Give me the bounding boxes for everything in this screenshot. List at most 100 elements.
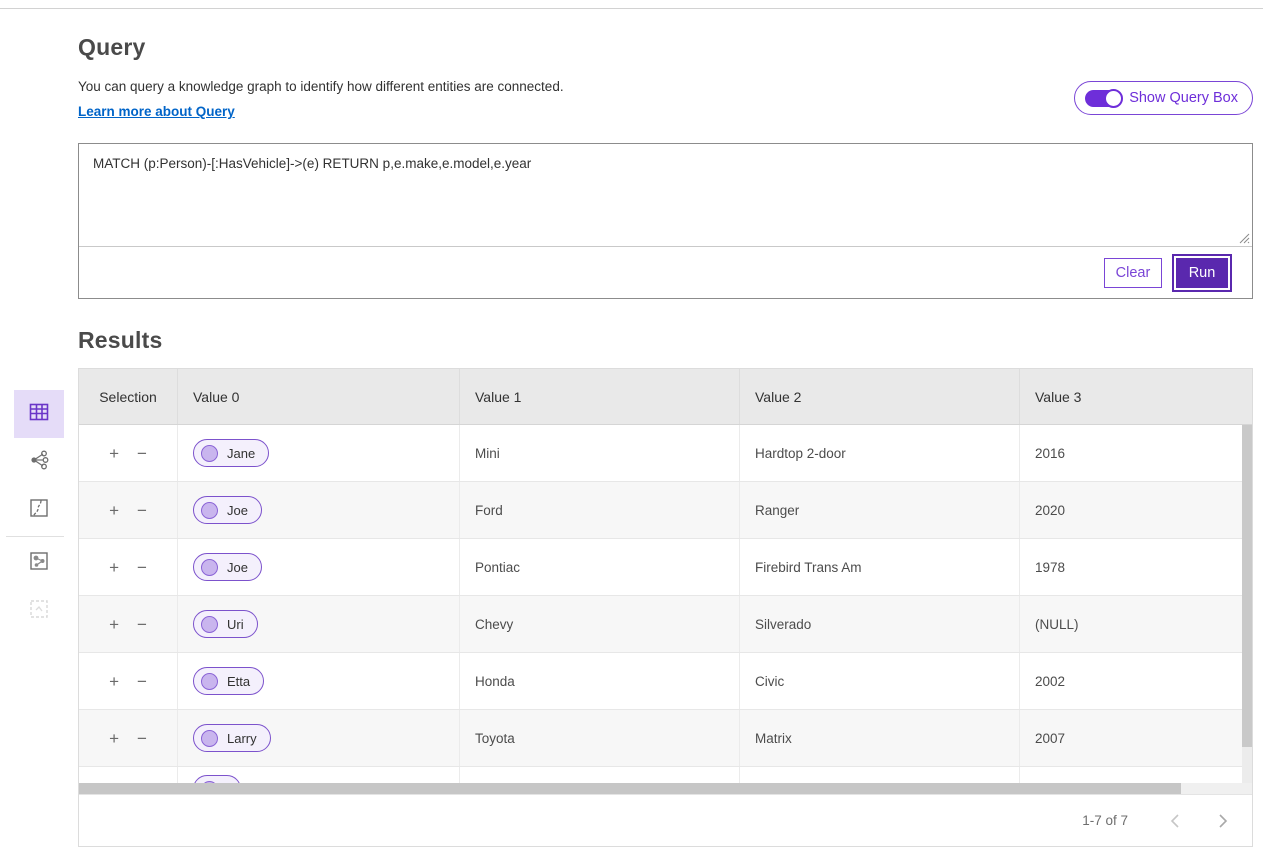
add-to-selection-icon[interactable]: + xyxy=(109,616,119,633)
selection-cell: +− xyxy=(79,653,178,709)
remove-from-selection-icon[interactable]: − xyxy=(137,502,147,519)
value0-cell xyxy=(178,767,460,783)
results-title: Results xyxy=(78,327,1253,354)
entity-chip[interactable]: Uri xyxy=(193,610,258,638)
value1-cell: Ford xyxy=(460,482,740,538)
value3-cell: 2016 xyxy=(1020,425,1252,481)
value1-cell: Honda xyxy=(460,653,740,709)
sidebar-item-extra-view-disabled xyxy=(14,587,64,635)
value3-cell: (NULL) xyxy=(1020,596,1252,652)
add-to-selection-icon[interactable]: + xyxy=(109,445,119,462)
run-button[interactable]: Run xyxy=(1176,258,1228,288)
entity-chip[interactable]: Joe xyxy=(193,496,262,524)
column-header: Value 1 xyxy=(460,369,740,424)
table-row: +−LarryToyotaMatrix2007 xyxy=(79,710,1252,767)
column-header: Value 0 xyxy=(178,369,460,424)
sidebar-item-link-chart-view[interactable] xyxy=(14,438,64,486)
table-row: +−JoePontiacFirebird Trans Am1978 xyxy=(79,539,1252,596)
clear-button[interactable]: Clear xyxy=(1104,258,1162,288)
value2-cell: Civic xyxy=(740,653,1020,709)
value3-cell: 2020 xyxy=(1020,482,1252,538)
add-to-selection-icon[interactable]: + xyxy=(109,730,119,747)
table-row: +−UriChevySilverado(NULL) xyxy=(79,596,1252,653)
column-header: Selection xyxy=(79,369,178,424)
link-chart-icon xyxy=(28,449,50,476)
value2-cell: Silverado xyxy=(740,596,1020,652)
remove-from-selection-icon[interactable]: − xyxy=(137,730,147,747)
value1-cell: Chevy xyxy=(460,596,740,652)
entity-node-icon xyxy=(201,445,218,462)
entity-chip-label: Joe xyxy=(227,503,248,518)
horizontal-scrollbar xyxy=(79,783,1252,794)
entity-chip-label: Joe xyxy=(227,560,248,575)
selection-cell: +− xyxy=(79,425,178,481)
entity-node-icon xyxy=(201,616,218,633)
vertical-scrollbar-thumb[interactable] xyxy=(1242,425,1252,747)
entity-chip[interactable]: Joe xyxy=(193,553,262,581)
table-row: +−JoeFordRanger2020 xyxy=(79,482,1252,539)
results-pagination: 1-7 of 7 xyxy=(79,794,1252,846)
value3-cell: 2002 xyxy=(1020,653,1252,709)
value3-cell: 2007 xyxy=(1020,710,1252,766)
value3-cell: 1978 xyxy=(1020,539,1252,595)
sidebar-item-table-view[interactable] xyxy=(14,390,64,438)
query-text-input[interactable]: MATCH (p:Person)-[:HasVehicle]->(e) RETU… xyxy=(79,144,1252,247)
main-content: Query You can query a knowledge graph to… xyxy=(78,0,1253,847)
value0-cell: Joe xyxy=(178,539,460,595)
value1-cell: Mini xyxy=(460,425,740,481)
table-row: +−JaneMiniHardtop 2-door2016 xyxy=(79,425,1252,482)
value3-cell xyxy=(1020,767,1252,783)
disabled-view-icon xyxy=(28,598,50,625)
value0-cell: Joe xyxy=(178,482,460,538)
value1-cell xyxy=(460,767,740,783)
value2-cell xyxy=(740,767,1020,783)
entity-chip-label: Etta xyxy=(227,674,250,689)
remove-from-selection-icon[interactable]: − xyxy=(137,559,147,576)
pagination-range-label: 1-7 of 7 xyxy=(1082,813,1128,828)
selection-cell: +− xyxy=(79,482,178,538)
query-description: You can query a knowledge graph to ident… xyxy=(78,79,564,94)
toggle-knob xyxy=(1104,89,1123,108)
entity-chip[interactable]: Larry xyxy=(193,724,271,752)
query-page: Query You can query a knowledge graph to… xyxy=(0,0,1263,847)
table-row: +−EttaHondaCivic2002 xyxy=(79,653,1252,710)
value2-cell: Ranger xyxy=(740,482,1020,538)
column-header: Value 2 xyxy=(740,369,1020,424)
query-box: MATCH (p:Person)-[:HasVehicle]->(e) RETU… xyxy=(78,143,1253,299)
show-query-box-toggle[interactable]: Show Query Box xyxy=(1074,81,1253,115)
query-actions: Clear Run xyxy=(79,247,1252,298)
query-page-title: Query xyxy=(78,34,1253,61)
learn-more-link[interactable]: Learn more about Query xyxy=(78,104,235,119)
value2-cell: Hardtop 2-door xyxy=(740,425,1020,481)
entity-chip-label: Jane xyxy=(227,446,255,461)
entity-chip-label: Larry xyxy=(227,731,257,746)
entity-node-icon xyxy=(201,673,218,690)
previous-page-icon[interactable] xyxy=(1164,810,1186,832)
value2-cell: Firebird Trans Am xyxy=(740,539,1020,595)
value2-cell: Matrix xyxy=(740,710,1020,766)
entity-chip[interactable] xyxy=(193,775,241,783)
sidebar-item-map-view[interactable] xyxy=(14,486,64,534)
next-page-icon[interactable] xyxy=(1212,810,1234,832)
horizontal-scrollbar-thumb[interactable] xyxy=(79,783,1181,794)
entity-node-icon xyxy=(201,730,218,747)
value0-cell: Jane xyxy=(178,425,460,481)
selection-cell: +− xyxy=(79,710,178,766)
sidebar-divider xyxy=(6,536,64,537)
sidebar-item-map-link-view[interactable] xyxy=(14,539,64,587)
toggle-label: Show Query Box xyxy=(1129,90,1238,106)
add-to-selection-icon[interactable]: + xyxy=(109,502,119,519)
remove-from-selection-icon[interactable]: − xyxy=(137,616,147,633)
remove-from-selection-icon[interactable]: − xyxy=(137,445,147,462)
add-to-selection-icon[interactable]: + xyxy=(109,673,119,690)
entity-node-icon xyxy=(201,502,218,519)
table-row-partial xyxy=(79,767,1252,783)
add-to-selection-icon[interactable]: + xyxy=(109,559,119,576)
map-link-view-icon xyxy=(28,550,50,577)
entity-chip[interactable]: Jane xyxy=(193,439,269,467)
toggle-switch-on[interactable] xyxy=(1085,90,1121,107)
entity-chip[interactable]: Etta xyxy=(193,667,264,695)
remove-from-selection-icon[interactable]: − xyxy=(137,673,147,690)
value1-cell: Toyota xyxy=(460,710,740,766)
selection-cell: +− xyxy=(79,596,178,652)
